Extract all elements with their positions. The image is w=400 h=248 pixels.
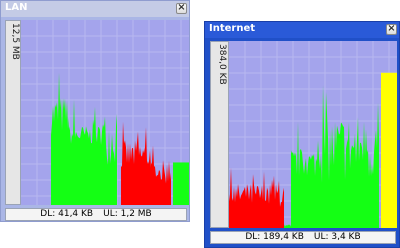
close-icon[interactable]: × xyxy=(176,3,187,14)
lan-upload-trace xyxy=(101,114,117,205)
internet-upload-trace xyxy=(291,121,319,228)
internet-window: Internet × 384,0 KB DL: 189,4 KB UL: 3,4 … xyxy=(204,21,400,248)
internet-status-bar: DL: 189,4 KB UL: 3,4 KB xyxy=(210,231,396,244)
internet-traffic-graph xyxy=(229,41,397,228)
lan-upload-text: UL: 1,2 MB xyxy=(103,209,152,219)
lan-title-bar[interactable]: LAN × xyxy=(1,1,189,17)
internet-upload-trace xyxy=(284,224,291,228)
lan-graph-canvas xyxy=(21,20,189,205)
internet-upload-trace xyxy=(319,85,379,228)
internet-download-trace xyxy=(229,167,284,228)
lan-download-trace xyxy=(151,145,171,205)
lan-level-bar xyxy=(173,162,189,205)
internet-upload-text: UL: 3,4 KB xyxy=(313,232,361,242)
lan-scale-label: 12,5 MB xyxy=(10,23,20,60)
internet-scale-strip: 384,0 KB xyxy=(210,41,229,228)
internet-scale-label: 384,0 KB xyxy=(217,44,227,85)
internet-download-text: DL: 189,4 KB xyxy=(245,232,304,242)
lan-scale-strip: 12,5 MB xyxy=(5,20,21,205)
internet-title: Internet xyxy=(209,23,256,34)
lan-status-bar: DL: 41,4 KB UL: 1,2 MB xyxy=(5,208,187,221)
internet-graph-canvas xyxy=(229,41,397,228)
lan-window: LAN × 12,5 MB DL: 41,4 KB UL: 1,2 MB xyxy=(0,0,190,222)
lan-title: LAN xyxy=(5,2,28,13)
lan-download-text: DL: 41,4 KB xyxy=(40,209,94,219)
lan-download-trace xyxy=(121,121,151,205)
lan-traffic-graph xyxy=(21,20,189,205)
lan-upload-trace xyxy=(51,72,69,205)
internet-level-bar xyxy=(381,72,397,228)
internet-title-bar[interactable]: Internet × xyxy=(205,22,399,38)
close-icon[interactable]: × xyxy=(386,24,397,35)
